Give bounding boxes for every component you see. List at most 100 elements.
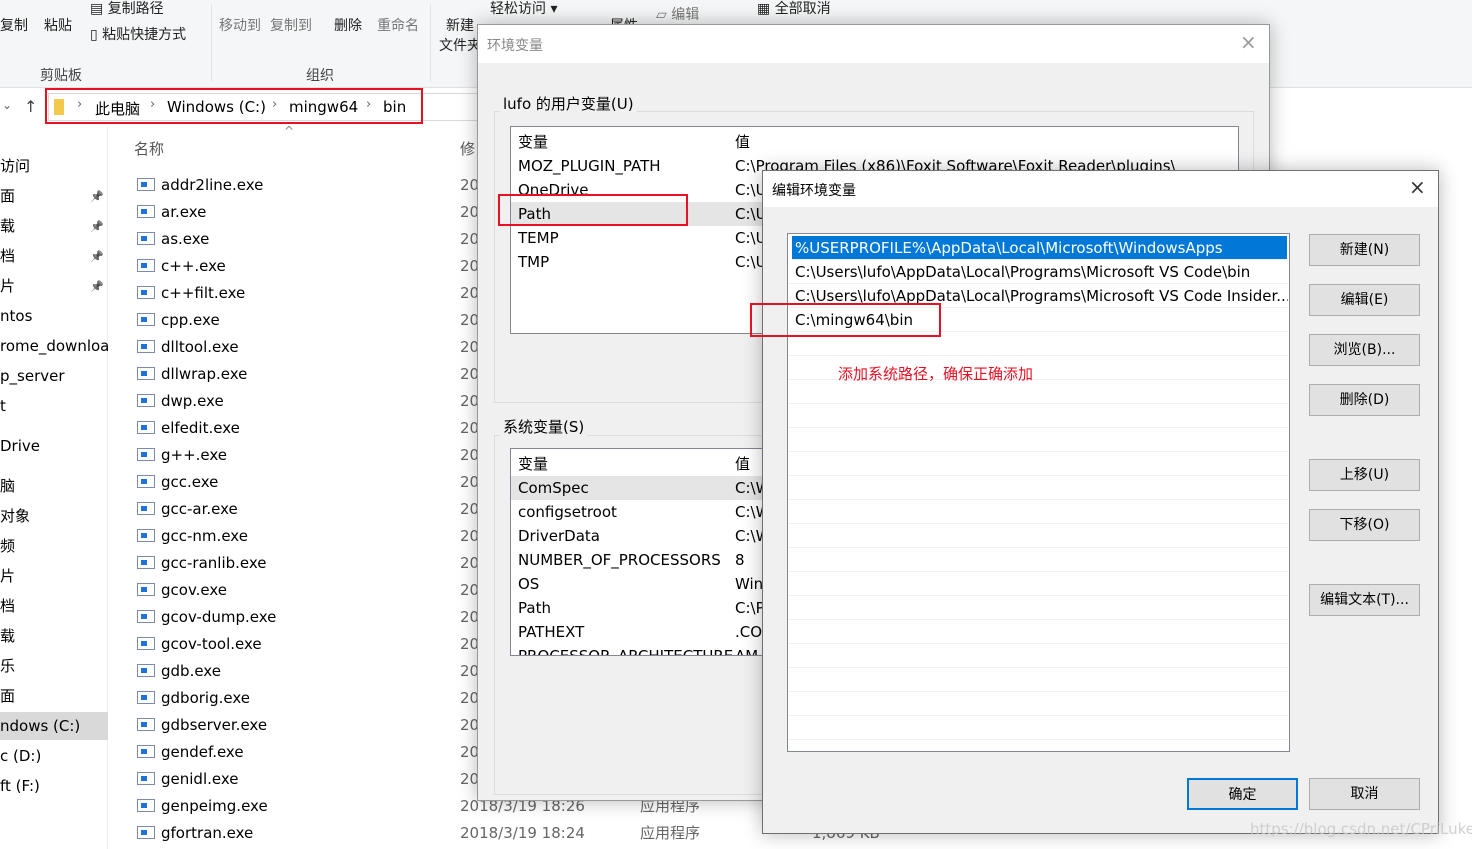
paste-shortcut-button[interactable]: ▯ 粘贴快捷方式	[90, 24, 186, 44]
file-row[interactable]: gcc.exe	[137, 469, 218, 496]
exe-file-icon	[137, 745, 155, 758]
sidebar-item[interactable]: ndows (C:)	[0, 712, 108, 740]
sidebar-item[interactable]: Drive	[0, 432, 108, 460]
move-to-button[interactable]: 移动到	[219, 15, 261, 35]
copy-button[interactable]: 复制	[0, 15, 28, 35]
sidebar-item[interactable]: t	[0, 392, 108, 420]
file-row[interactable]: cpp.exe	[137, 307, 220, 334]
delete-button[interactable]: 删除	[334, 15, 362, 35]
exe-file-icon	[137, 502, 155, 515]
file-type: 应用程序	[640, 824, 701, 842]
file-row[interactable]: c++filt.exe	[137, 280, 245, 307]
file-name: gcc-ranlib.exe	[161, 554, 267, 572]
path-item[interactable]: C:\Users\lufo\AppData\Local\Programs\Mic…	[789, 260, 1288, 284]
column-header-date[interactable]: 修	[460, 138, 475, 159]
file-row[interactable]: gfortran.exe	[137, 820, 253, 847]
file-row[interactable]: gcc-ar.exe	[137, 496, 238, 523]
file-row[interactable]: gcov.exe	[137, 577, 227, 604]
file-row[interactable]: gcc-nm.exe	[137, 523, 248, 550]
sidebar-item[interactable]: rome_download	[0, 332, 108, 360]
new-folder-label-1[interactable]: 新建	[446, 15, 474, 35]
copy-path-button[interactable]: ▤ 复制路径	[90, 0, 164, 18]
column-header-name[interactable]: 名称	[134, 138, 164, 159]
close-icon[interactable]: ×	[1409, 175, 1426, 199]
file-row[interactable]: dllwrap.exe	[137, 361, 247, 388]
move-up-button[interactable]: 上移(U)	[1309, 459, 1420, 491]
copy-to-button[interactable]: 复制到	[270, 15, 312, 35]
path-item[interactable]: %USERPROFILE%\AppData\Local\Microsoft\Wi…	[792, 236, 1287, 260]
exe-file-icon	[137, 475, 155, 488]
browse-button[interactable]: 浏览(B)...	[1309, 334, 1420, 366]
sidebar-item[interactable]: p_server	[0, 362, 108, 390]
file-row[interactable]: gcc-ranlib.exe	[137, 550, 267, 577]
ok-button[interactable]: 确定	[1187, 778, 1298, 810]
pin-icon[interactable]: 📌	[90, 280, 104, 293]
title-bar: 环境变量 ×	[478, 25, 1269, 63]
highlight-box-mingw	[750, 303, 941, 337]
file-row[interactable]: dwp.exe	[137, 388, 224, 415]
exe-file-icon	[137, 286, 155, 299]
move-down-button[interactable]: 下移(O)	[1309, 509, 1420, 541]
delete-button[interactable]: 删除(D)	[1309, 384, 1420, 416]
exe-file-icon	[137, 637, 155, 650]
file-row[interactable]: ar.exe	[137, 199, 206, 226]
close-icon[interactable]: ×	[1240, 30, 1257, 54]
new-folder-label-2[interactable]: 文件夹	[439, 35, 481, 55]
pin-icon[interactable]: 📌	[90, 220, 104, 233]
file-row[interactable]: gcov-tool.exe	[137, 631, 262, 658]
file-row[interactable]: addr2line.exe	[137, 172, 263, 199]
col-var-header[interactable]: 变量	[518, 452, 548, 476]
file-row[interactable]: gdborig.exe	[137, 685, 250, 712]
var-value: .CO	[735, 623, 763, 641]
sidebar-item[interactable]: c (D:)	[0, 742, 108, 770]
sidebar-item[interactable]: 片	[0, 562, 108, 590]
edit-button[interactable]: 编辑(E)	[1309, 284, 1420, 316]
sidebar-item[interactable]: 档	[0, 592, 108, 620]
file-row[interactable]: genidl.exe	[137, 766, 239, 793]
select-none-button[interactable]: ▦ 全部取消	[757, 0, 831, 18]
file-name: gdb.exe	[161, 662, 221, 680]
col-var-header[interactable]: 变量	[518, 130, 548, 154]
col-val-header[interactable]: 值	[735, 130, 750, 154]
file-name: cpp.exe	[161, 311, 220, 329]
var-name: Path	[518, 599, 551, 617]
file-name: g++.exe	[161, 446, 228, 464]
exe-file-icon	[137, 772, 155, 785]
new-button[interactable]: 新建(N)	[1309, 234, 1420, 266]
file-row[interactable]: c++.exe	[137, 253, 226, 280]
file-row[interactable]: gdb.exe	[137, 658, 221, 685]
sidebar-item[interactable]: 面	[0, 682, 108, 710]
sidebar-item[interactable]: 对象	[0, 502, 108, 530]
sort-ascending-icon: ^	[284, 124, 295, 138]
recent-locations-icon[interactable]: ⌄	[2, 98, 12, 112]
file-row[interactable]: gendef.exe	[137, 739, 244, 766]
file-row[interactable]: dlltool.exe	[137, 334, 239, 361]
file-name: gendef.exe	[161, 743, 244, 761]
pin-icon[interactable]: 📌	[90, 250, 104, 263]
file-row[interactable]: g++.exe	[137, 442, 227, 469]
rename-button[interactable]: 重命名	[377, 15, 419, 35]
cancel-button[interactable]: 取消	[1309, 778, 1420, 810]
sidebar-item[interactable]: 载	[0, 622, 108, 650]
sidebar-item[interactable]: ntos	[0, 302, 108, 330]
sidebar-item[interactable]: 脑	[0, 472, 108, 500]
file-row[interactable]: as.exe	[137, 226, 209, 253]
easy-access-button[interactable]: 轻松访问 ▾	[490, 0, 557, 18]
file-row[interactable]: elfedit.exe	[137, 415, 240, 442]
exe-file-icon	[137, 529, 155, 542]
file-row[interactable]: gcov-dump.exe	[137, 604, 276, 631]
var-name: NUMBER_OF_PROCESSORS	[518, 551, 721, 569]
file-row[interactable]: gdbserver.exe	[137, 712, 267, 739]
sidebar-item[interactable]: 访问	[0, 152, 108, 180]
sidebar-item[interactable]: 频	[0, 532, 108, 560]
pin-icon[interactable]: 📌	[90, 190, 104, 203]
paste-button[interactable]: 粘贴	[44, 15, 72, 35]
file-row[interactable]: genpeimg.exe	[137, 793, 268, 820]
edit-text-button[interactable]: 编辑文本(T)...	[1309, 584, 1420, 616]
up-arrow-icon[interactable]: ↑	[24, 97, 37, 116]
edit-button[interactable]: ▱ 编辑	[656, 4, 699, 24]
sidebar-item[interactable]: ft (F:)	[0, 772, 108, 800]
sidebar-item[interactable]: 乐	[0, 652, 108, 680]
group-clipboard-label: 剪贴板	[40, 68, 82, 84]
col-val-header[interactable]: 值	[735, 452, 750, 476]
